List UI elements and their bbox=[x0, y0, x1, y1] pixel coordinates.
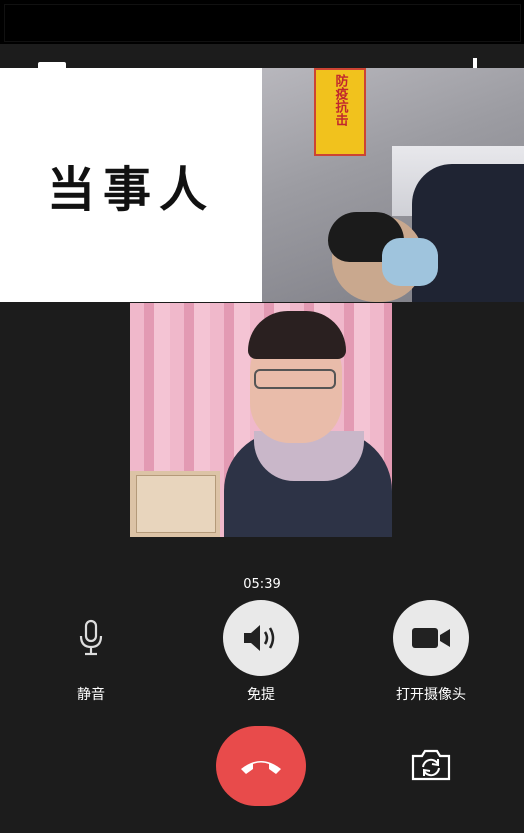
video-camera-icon bbox=[412, 628, 450, 648]
remote-person-mask bbox=[382, 238, 438, 286]
microphone-icon bbox=[79, 619, 103, 656]
self-person-glasses bbox=[254, 369, 336, 389]
mute-label: 静音 bbox=[77, 687, 105, 703]
switch-camera-icon bbox=[411, 749, 451, 781]
call-timer: 05:39 bbox=[243, 577, 281, 592]
participant-grid: 当事人 防疫抗击 bbox=[0, 68, 524, 302]
hangup-button[interactable] bbox=[216, 726, 306, 806]
speaker-button[interactable]: 免提 bbox=[191, 600, 331, 704]
speaker-label: 免提 bbox=[247, 687, 275, 703]
sign-text: 防疫抗击 bbox=[332, 74, 348, 126]
mute-button-circle[interactable] bbox=[53, 600, 129, 676]
redacted-status-area bbox=[4, 4, 521, 42]
self-video-folder bbox=[136, 475, 216, 533]
participant-label: 当事人 bbox=[46, 162, 215, 218]
participant-label-tile[interactable]: 当事人 bbox=[0, 68, 262, 302]
phone-hangup-icon bbox=[241, 761, 281, 774]
camera-button[interactable]: 打开摄像头 bbox=[361, 600, 501, 704]
speaker-button-circle[interactable] bbox=[223, 600, 299, 676]
self-video-tile[interactable] bbox=[130, 303, 392, 537]
remote-video-tile[interactable]: 防疫抗击 bbox=[262, 68, 524, 302]
camera-label: 打开摄像头 bbox=[396, 687, 466, 703]
switch-camera-button[interactable] bbox=[410, 748, 452, 782]
camera-button-circle[interactable] bbox=[393, 600, 469, 676]
speaker-icon bbox=[244, 625, 275, 651]
remote-video-sign: 防疫抗击 bbox=[314, 68, 366, 156]
status-bar bbox=[0, 0, 524, 44]
mute-button[interactable]: 静音 bbox=[21, 600, 161, 704]
